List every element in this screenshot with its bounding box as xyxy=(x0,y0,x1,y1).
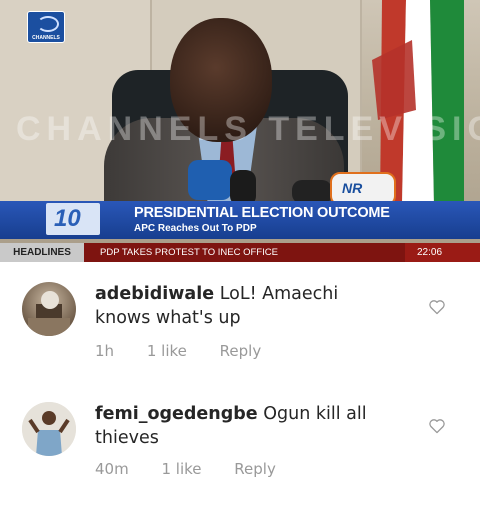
avatar[interactable] xyxy=(22,402,76,456)
comment-time: 1h xyxy=(95,342,115,360)
avatar[interactable] xyxy=(22,282,76,336)
channels-logo-icon: CHANNELS xyxy=(27,11,65,43)
heart-icon[interactable] xyxy=(428,299,446,315)
comment-likes[interactable]: 1 like xyxy=(161,460,201,478)
reply-button[interactable]: Reply xyxy=(234,460,276,478)
comment-username[interactable]: adebidiwale xyxy=(95,284,214,304)
comment-username[interactable]: femi_ogedengbe xyxy=(95,404,258,424)
channel-logo-text: CHANNELS xyxy=(32,35,60,41)
comment-likes[interactable]: 1 like xyxy=(147,342,187,360)
news-badge: 10 xyxy=(46,203,100,235)
headline-title: PRESIDENTIAL ELECTION OUTCOME xyxy=(134,205,390,221)
avatar-image xyxy=(28,291,70,336)
comment-text: adebidiwale LoL! Amaechi knows what's up xyxy=(95,282,395,330)
video-frame[interactable]: NR CHANNELS TELEVISION CHANNELS 10 PRESI… xyxy=(0,0,480,262)
comment-text: femi_ogedengbe Ogun kill all thieves xyxy=(95,402,395,450)
avatar-image xyxy=(22,402,76,456)
microphone xyxy=(188,160,232,200)
comment-meta: 40m 1 like Reply xyxy=(95,460,304,478)
mic-label: NR xyxy=(342,180,363,196)
comment: adebidiwale LoL! Amaechi knows what's up… xyxy=(0,262,480,380)
ticker-label: HEADLINES xyxy=(0,243,84,262)
headline-subtitle: APC Reaches Out To PDP xyxy=(134,223,257,234)
comment-time: 40m xyxy=(95,460,129,478)
badge-number: 10 xyxy=(54,205,81,232)
heart-icon[interactable] xyxy=(428,418,446,434)
channel-watermark: CHANNELS TELEVISION xyxy=(16,110,480,148)
ticker-time: 22:06 xyxy=(405,243,480,262)
comment-meta: 1h 1 like Reply xyxy=(95,342,289,360)
comment: femi_ogedengbe Ogun kill all thieves 40m… xyxy=(0,380,480,508)
ticker-text: PDP TAKES PROTEST TO INEC OFFICE xyxy=(100,247,278,258)
reply-button[interactable]: Reply xyxy=(220,342,262,360)
